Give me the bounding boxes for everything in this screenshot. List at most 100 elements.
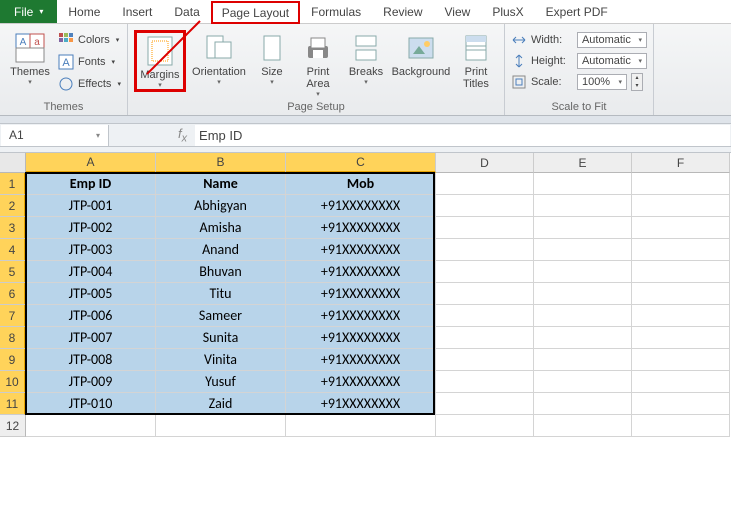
cell[interactable] <box>632 239 730 261</box>
cells-area[interactable]: Emp IDNameMobJTP-001Abhigyan+91XXXXXXXXJ… <box>26 173 730 437</box>
cell[interactable] <box>436 415 534 437</box>
cell[interactable] <box>436 195 534 217</box>
cell[interactable] <box>436 217 534 239</box>
cell[interactable]: JTP-010 <box>26 393 156 415</box>
cell[interactable] <box>436 371 534 393</box>
cell[interactable]: JTP-001 <box>26 195 156 217</box>
cell[interactable]: JTP-009 <box>26 371 156 393</box>
cell[interactable] <box>632 305 730 327</box>
cell[interactable] <box>534 261 632 283</box>
scale-control[interactable]: Scale: 100% ▴▾ <box>511 72 647 92</box>
tab-data[interactable]: Data <box>163 0 210 23</box>
row-header[interactable]: 7 <box>0 305 26 327</box>
scale-spinner[interactable]: ▴▾ <box>631 73 643 91</box>
cell[interactable]: Mob <box>286 173 436 195</box>
cell[interactable] <box>534 393 632 415</box>
fonts-button[interactable]: A Fonts▾ <box>58 52 121 72</box>
cell[interactable] <box>534 415 632 437</box>
tab-insert[interactable]: Insert <box>111 0 163 23</box>
cell[interactable] <box>534 327 632 349</box>
cell[interactable] <box>534 371 632 393</box>
tab-view[interactable]: View <box>434 0 482 23</box>
cell[interactable]: JTP-002 <box>26 217 156 239</box>
cell[interactable] <box>632 173 730 195</box>
cell[interactable]: +91XXXXXXXX <box>286 371 436 393</box>
cell[interactable] <box>436 239 534 261</box>
cell[interactable] <box>632 371 730 393</box>
cell[interactable]: Zaid <box>156 393 286 415</box>
row-header[interactable]: 9 <box>0 349 26 371</box>
cell[interactable] <box>534 283 632 305</box>
row-header[interactable]: 3 <box>0 217 26 239</box>
row-header[interactable]: 10 <box>0 371 26 393</box>
cell[interactable]: +91XXXXXXXX <box>286 217 436 239</box>
cell[interactable]: Sunita <box>156 327 286 349</box>
fx-label[interactable]: fx <box>170 126 195 145</box>
cell[interactable] <box>436 283 534 305</box>
cell[interactable] <box>26 415 156 437</box>
row-header[interactable]: 8 <box>0 327 26 349</box>
cell[interactable] <box>632 415 730 437</box>
cell[interactable]: Titu <box>156 283 286 305</box>
cell[interactable] <box>632 195 730 217</box>
name-box[interactable]: A1 <box>1 125 109 146</box>
height-control[interactable]: Height: Automatic <box>511 51 647 71</box>
cell[interactable]: Yusuf <box>156 371 286 393</box>
cell[interactable]: JTP-006 <box>26 305 156 327</box>
row-header[interactable]: 11 <box>0 393 26 415</box>
row-header[interactable]: 6 <box>0 283 26 305</box>
cell[interactable]: +91XXXXXXXX <box>286 195 436 217</box>
cell[interactable] <box>156 415 286 437</box>
cell[interactable] <box>436 349 534 371</box>
col-header-d[interactable]: D <box>436 153 534 173</box>
tab-expert-pdf[interactable]: Expert PDF <box>535 0 619 23</box>
print-titles-button[interactable]: Print Titles <box>454 30 498 90</box>
cell[interactable] <box>632 393 730 415</box>
cell[interactable] <box>632 261 730 283</box>
cell[interactable]: Bhuvan <box>156 261 286 283</box>
cell[interactable]: +91XXXXXXXX <box>286 239 436 261</box>
tab-file[interactable]: File <box>0 0 57 23</box>
orientation-button[interactable]: Orientation <box>190 30 248 86</box>
cell[interactable]: Emp ID <box>26 173 156 195</box>
cell[interactable] <box>534 173 632 195</box>
themes-button[interactable]: Aa Themes <box>6 30 54 86</box>
cell[interactable] <box>436 261 534 283</box>
cell[interactable]: JTP-005 <box>26 283 156 305</box>
print-area-button[interactable]: Print Area <box>296 30 340 98</box>
cell[interactable]: +91XXXXXXXX <box>286 283 436 305</box>
cell[interactable]: +91XXXXXXXX <box>286 261 436 283</box>
row-header[interactable]: 5 <box>0 261 26 283</box>
cell[interactable]: Anand <box>156 239 286 261</box>
cell[interactable]: Vinita <box>156 349 286 371</box>
cell[interactable] <box>632 327 730 349</box>
cell[interactable]: JTP-003 <box>26 239 156 261</box>
row-header[interactable]: 2 <box>0 195 26 217</box>
tab-home[interactable]: Home <box>57 0 111 23</box>
row-header[interactable]: 12 <box>0 415 26 437</box>
cell[interactable] <box>632 349 730 371</box>
col-header-f[interactable]: F <box>632 153 730 173</box>
row-header[interactable]: 4 <box>0 239 26 261</box>
cell[interactable] <box>286 415 436 437</box>
cell[interactable] <box>534 239 632 261</box>
effects-button[interactable]: Effects▾ <box>58 74 121 94</box>
formula-input[interactable]: Emp ID <box>195 125 730 146</box>
tab-page-layout[interactable]: Page Layout <box>211 1 300 24</box>
col-header-e[interactable]: E <box>534 153 632 173</box>
cell[interactable]: +91XXXXXXXX <box>286 305 436 327</box>
cell[interactable]: +91XXXXXXXX <box>286 349 436 371</box>
cell[interactable]: JTP-004 <box>26 261 156 283</box>
tab-plusx[interactable]: PlusX <box>481 0 534 23</box>
select-all-corner[interactable] <box>0 153 26 173</box>
cell[interactable] <box>632 217 730 239</box>
cell[interactable] <box>436 393 534 415</box>
cell[interactable] <box>534 217 632 239</box>
tab-review[interactable]: Review <box>372 0 433 23</box>
col-header-b[interactable]: B <box>156 153 286 173</box>
cell[interactable]: +91XXXXXXXX <box>286 393 436 415</box>
cell[interactable]: JTP-008 <box>26 349 156 371</box>
width-control[interactable]: Width: Automatic <box>511 30 647 50</box>
cell[interactable] <box>534 305 632 327</box>
cell[interactable]: Abhigyan <box>156 195 286 217</box>
